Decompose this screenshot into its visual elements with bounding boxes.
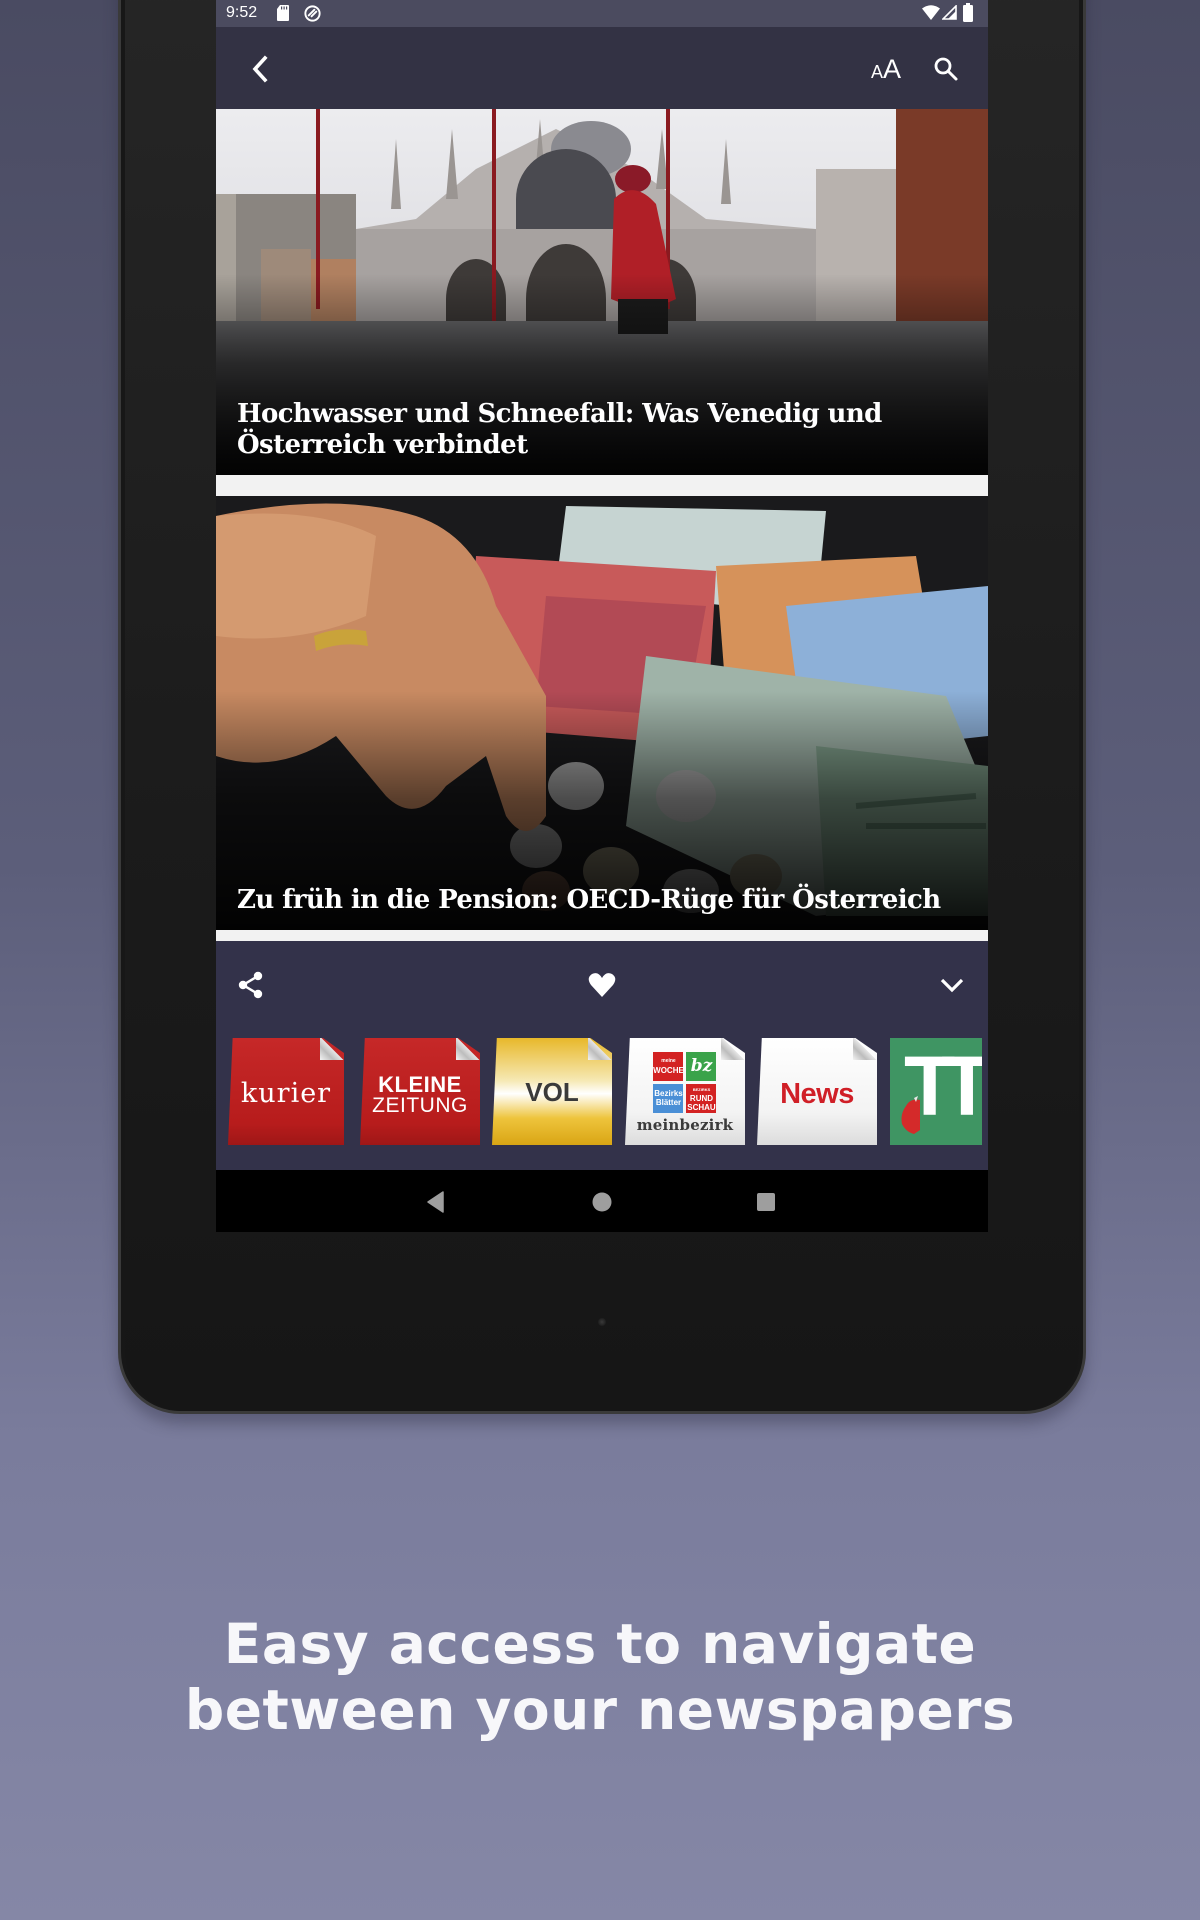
page-curl — [853, 1038, 877, 1060]
nav-back-button[interactable] — [424, 1190, 448, 1214]
nav-recents-icon — [757, 1193, 775, 1211]
newspaper-vol[interactable]: VOL — [492, 1038, 612, 1145]
meine-woche-logo: meine WOCHE — [653, 1051, 684, 1081]
article-headline: Zu früh in die Pension: OECD-Rüge für Ös… — [237, 885, 941, 915]
share-button[interactable] — [233, 967, 269, 1003]
newspaper-kurier[interactable]: kurier — [228, 1038, 344, 1145]
nav-back-icon — [427, 1191, 444, 1213]
search-icon — [934, 57, 958, 81]
page-curl — [456, 1038, 480, 1060]
bezirksblaetter-logo: Bezirks Blätter — [653, 1083, 684, 1113]
collapse-button[interactable] — [934, 967, 970, 1003]
text-size-icon: AA — [870, 53, 902, 84]
share-icon — [238, 971, 263, 999]
tablet-screen: 9:52 AA Hochwasser und Schneefall: Was V… — [216, 0, 988, 1232]
tyrol-eagle-icon — [901, 1096, 920, 1134]
kleine-zeitung-logo: KLEINE ZEITUNG — [372, 1071, 468, 1117]
camera-sensor — [598, 1318, 606, 1326]
news-logo: News — [780, 1078, 854, 1110]
heart-icon — [588, 973, 616, 997]
search-button[interactable] — [928, 51, 964, 87]
signal-icon — [942, 5, 957, 20]
nav-recents-button[interactable] — [754, 1190, 778, 1214]
newspaper-meinbezirk[interactable]: meine WOCHE bz Bezirks Blätter BEZIRKS R… — [625, 1038, 745, 1145]
caption-line-2: between your newspapers — [184, 1678, 1016, 1742]
meinbezirk-logo: meine WOCHE bz Bezirks Blätter BEZIRKS R… — [637, 1051, 734, 1134]
article-headline: Hochwasser und Schneefall: Was Venedig u… — [237, 399, 882, 460]
page-curl — [588, 1038, 612, 1060]
page-curl — [320, 1038, 344, 1060]
newspaper-kleine-zeitung[interactable]: KLEINE ZEITUNG — [360, 1038, 480, 1145]
system-nav-bar — [216, 1170, 988, 1232]
article-card[interactable]: Hochwasser und Schneefall: Was Venedig u… — [216, 109, 988, 475]
page-curl — [721, 1038, 745, 1060]
status-bar: 9:52 — [216, 0, 988, 27]
nav-home-icon — [592, 1192, 612, 1212]
wifi-icon — [922, 5, 940, 20]
battery-icon — [963, 3, 973, 22]
vol-logo: VOL — [525, 1077, 579, 1107]
favorite-button[interactable] — [584, 967, 620, 1003]
back-button[interactable] — [242, 51, 278, 87]
newspaper-tiroler-tageszeitung[interactable]: TT — [890, 1038, 982, 1145]
sync-icon — [304, 5, 321, 22]
caption-line-1: Easy access to navigate — [223, 1612, 977, 1676]
kurier-logo: kurier — [240, 1078, 332, 1109]
newspaper-news[interactable]: News — [757, 1038, 877, 1145]
nav-home-button[interactable] — [590, 1190, 614, 1214]
newspaper-carousel[interactable]: kurier KLEINE ZEITUNG VOL meine WOCHE bz… — [216, 1038, 988, 1146]
chevron-left-icon — [252, 55, 268, 83]
rundschau-logo: BEZIRKS RUND SCHAU — [686, 1083, 717, 1113]
chevron-down-icon — [940, 978, 964, 993]
article-card[interactable]: Zu früh in die Pension: OECD-Rüge für Ös… — [216, 496, 988, 930]
marketing-caption: Easy access to navigate between your new… — [0, 1611, 1200, 1743]
text-size-button[interactable]: AA — [864, 51, 908, 87]
sd-card-icon — [277, 5, 289, 21]
status-time: 9:52 — [226, 4, 258, 21]
bz-logo: bz — [686, 1051, 717, 1081]
app-bar: AA — [216, 27, 988, 110]
newspaper-switcher-bar: kurier KLEINE ZEITUNG VOL meine WOCHE bz… — [216, 941, 988, 1170]
